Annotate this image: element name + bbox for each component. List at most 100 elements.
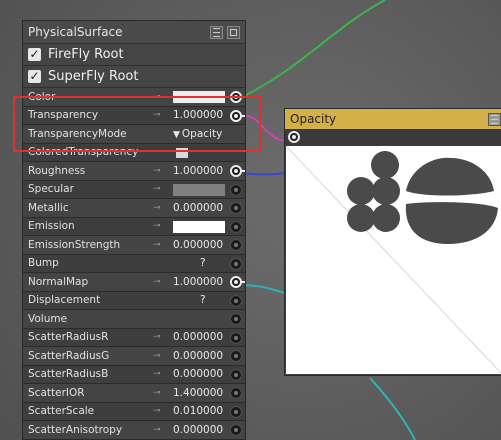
property-row[interactable]: NormalMap ⊸ 1.000000 [23, 273, 245, 292]
wire-cyan-bottom [369, 377, 416, 440]
property-label: Roughness [28, 164, 86, 177]
socket-icon[interactable] [230, 257, 242, 270]
property-row[interactable]: ScatterRadiusB ⊸ 0.000000 [23, 365, 245, 384]
checkbox-icon[interactable] [176, 147, 188, 158]
property-value[interactable]: 0.000000 [173, 424, 223, 436]
color-swatch[interactable] [173, 220, 225, 233]
wire-green [235, 0, 386, 101]
property-row[interactable]: ScatterAnisotropy ⊸ 0.000000 [23, 421, 245, 439]
property-row[interactable]: Roughness ⊸ 1.000000 [23, 162, 245, 181]
socket-icon[interactable] [230, 183, 242, 196]
socket-icon[interactable] [230, 91, 245, 103]
key-icon[interactable]: ⊸ [153, 110, 161, 120]
key-icon[interactable]: ⊸ [153, 351, 161, 361]
key-icon[interactable]: ⊸ [153, 332, 161, 342]
checkbox-icon[interactable]: ✓ [28, 48, 41, 61]
uv-island [347, 204, 375, 232]
color-swatch[interactable] [173, 183, 225, 196]
property-row[interactable]: ScatterIOR ⊸ 1.400000 [23, 384, 245, 403]
uv-island [406, 157, 494, 196]
frame-icon[interactable] [227, 25, 240, 39]
opacity-node[interactable]: Opacity [284, 108, 501, 376]
menu-icon[interactable] [210, 25, 223, 39]
socket-icon[interactable] [230, 239, 242, 251]
property-value[interactable]: 0.000000 [173, 239, 223, 251]
property-label: Emission [28, 220, 75, 233]
property-value[interactable]: 1.400000 [173, 387, 223, 399]
property-label: ScatterRadiusG [28, 349, 110, 362]
key-icon[interactable]: ⊸ [153, 92, 161, 102]
property-row[interactable]: Metallic ⊸ 0.000000 [23, 199, 245, 218]
socket-icon[interactable] [230, 294, 242, 307]
property-row[interactable]: Bump? [23, 254, 245, 273]
key-icon[interactable]: ⊸ [153, 166, 161, 176]
socket-icon[interactable] [230, 405, 242, 418]
property-row[interactable]: EmissionStrength ⊸ 0.000000 [23, 236, 245, 255]
key-icon[interactable]: ⊸ [153, 221, 161, 231]
output-socket-icon[interactable] [288, 131, 300, 143]
color-swatch[interactable] [173, 91, 225, 103]
property-label: ScatterRadiusB [28, 368, 109, 381]
key-icon[interactable]: ⊸ [153, 184, 161, 194]
socket-icon[interactable] [230, 368, 242, 381]
property-row[interactable]: Emission ⊸ [23, 217, 245, 236]
socket-icon[interactable] [230, 424, 242, 436]
property-label: ScatterScale [28, 405, 95, 418]
mode-dropdown[interactable]: ▼ Opacity [173, 128, 222, 140]
property-row[interactable]: Color ⊸ [23, 88, 245, 107]
property-row[interactable]: ScatterRadiusG ⊸ 0.000000 [23, 347, 245, 366]
opacity-map-image [286, 146, 501, 374]
socket-icon[interactable] [230, 331, 242, 344]
property-label: ScatterAnisotropy [28, 423, 123, 436]
socket-icon[interactable] [230, 202, 242, 214]
property-label: Metallic [28, 201, 69, 214]
property-value[interactable]: 1.000000 [173, 276, 223, 288]
socket-icon[interactable] [230, 350, 242, 362]
property-value[interactable]: ? [200, 257, 206, 269]
root-firefly[interactable]: ✓ FireFly Root [23, 44, 245, 66]
socket-icon[interactable] [230, 109, 245, 122]
property-label: Color [28, 90, 56, 103]
checkbox-icon[interactable]: ✓ [28, 70, 41, 83]
property-value[interactable]: 0.000000 [173, 368, 223, 380]
property-value[interactable]: 0.010000 [173, 405, 223, 417]
socket-icon[interactable] [230, 165, 245, 177]
property-row[interactable]: Transparency ⊸ 1.000000 [23, 106, 245, 125]
property-value[interactable]: 1.000000 [173, 109, 223, 121]
opacity-preview [286, 146, 501, 374]
property-value[interactable]: 1.000000 [173, 165, 223, 177]
key-icon[interactable]: ⊸ [153, 277, 161, 287]
property-row[interactable]: ColoredTransparency [23, 143, 245, 162]
uv-island [347, 177, 375, 205]
property-row[interactable]: TransparencyMode ▼ Opacity [23, 125, 245, 144]
property-value[interactable]: 0.000000 [173, 202, 223, 214]
property-list: Color ⊸ Transparency ⊸ 1.000000 TransparencyM… [23, 88, 245, 439]
socket-icon[interactable] [230, 313, 242, 325]
opacity-node-header[interactable]: Opacity [285, 109, 501, 129]
menu-icon[interactable] [488, 112, 501, 126]
key-icon[interactable]: ⊸ [153, 203, 161, 213]
physical-surface-node[interactable]: PhysicalSurface ✓ FireFly Root ✓ SuperFl… [22, 20, 246, 440]
key-icon[interactable]: ⊸ [153, 240, 161, 250]
property-value[interactable]: 0.000000 [173, 350, 223, 362]
property-label: ScatterIOR [28, 386, 85, 399]
property-row[interactable]: Volume [23, 310, 245, 329]
property-row[interactable]: ScatterRadiusR ⊸ 0.000000 [23, 328, 245, 347]
property-row[interactable]: Displacement? [23, 291, 245, 310]
property-label: Bump [28, 257, 59, 270]
property-value[interactable]: ? [200, 294, 206, 306]
root-superfly[interactable]: ✓ SuperFly Root [23, 66, 245, 88]
property-row[interactable]: Specular ⊸ [23, 180, 245, 199]
key-icon[interactable]: ⊸ [153, 406, 161, 416]
uv-island [372, 204, 400, 232]
node-header[interactable]: PhysicalSurface [23, 21, 245, 44]
property-row[interactable]: ScatterScale ⊸ 0.010000 [23, 402, 245, 421]
socket-icon[interactable] [230, 220, 242, 233]
key-icon[interactable]: ⊸ [153, 425, 161, 435]
property-label: Volume [28, 312, 68, 325]
socket-icon[interactable] [230, 387, 242, 399]
key-icon[interactable]: ⊸ [153, 369, 161, 379]
socket-icon[interactable] [230, 276, 245, 288]
key-icon[interactable]: ⊸ [153, 388, 161, 398]
property-value[interactable]: 0.000000 [173, 331, 223, 343]
